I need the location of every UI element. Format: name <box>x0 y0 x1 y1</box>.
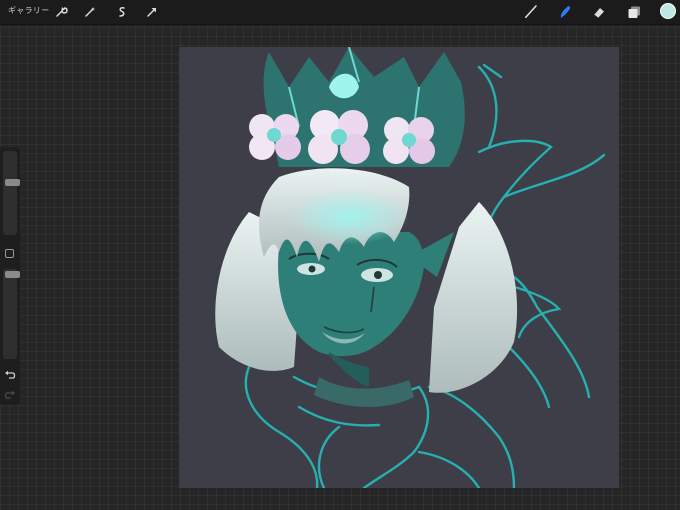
undo-icon[interactable] <box>4 370 16 380</box>
top-toolbar: ギャラリー <box>0 0 680 25</box>
wrench-icon[interactable] <box>52 3 70 21</box>
redo-icon[interactable] <box>4 390 16 400</box>
modify-button[interactable] <box>5 249 14 258</box>
face <box>278 232 424 357</box>
opacity-slider[interactable] <box>3 269 20 359</box>
transform-icon[interactable] <box>143 3 161 21</box>
eraser-icon[interactable] <box>590 3 608 21</box>
artwork <box>215 47 606 488</box>
brush-size-thumb[interactable] <box>5 178 20 186</box>
gallery-button[interactable]: ギャラリー <box>8 5 50 16</box>
selection-icon[interactable] <box>113 3 131 21</box>
neck <box>329 352 369 387</box>
brush-size-slider[interactable] <box>3 151 20 235</box>
drawing-canvas[interactable] <box>179 47 619 488</box>
side-toolbar <box>0 147 20 405</box>
opacity-thumb[interactable] <box>5 271 20 278</box>
color-swatch[interactable] <box>660 3 676 19</box>
smudge-icon[interactable] <box>556 3 574 21</box>
magic-wand-icon[interactable] <box>81 3 99 21</box>
layers-icon[interactable] <box>625 3 643 21</box>
hair-right <box>429 202 518 393</box>
brush-icon[interactable] <box>522 3 540 21</box>
